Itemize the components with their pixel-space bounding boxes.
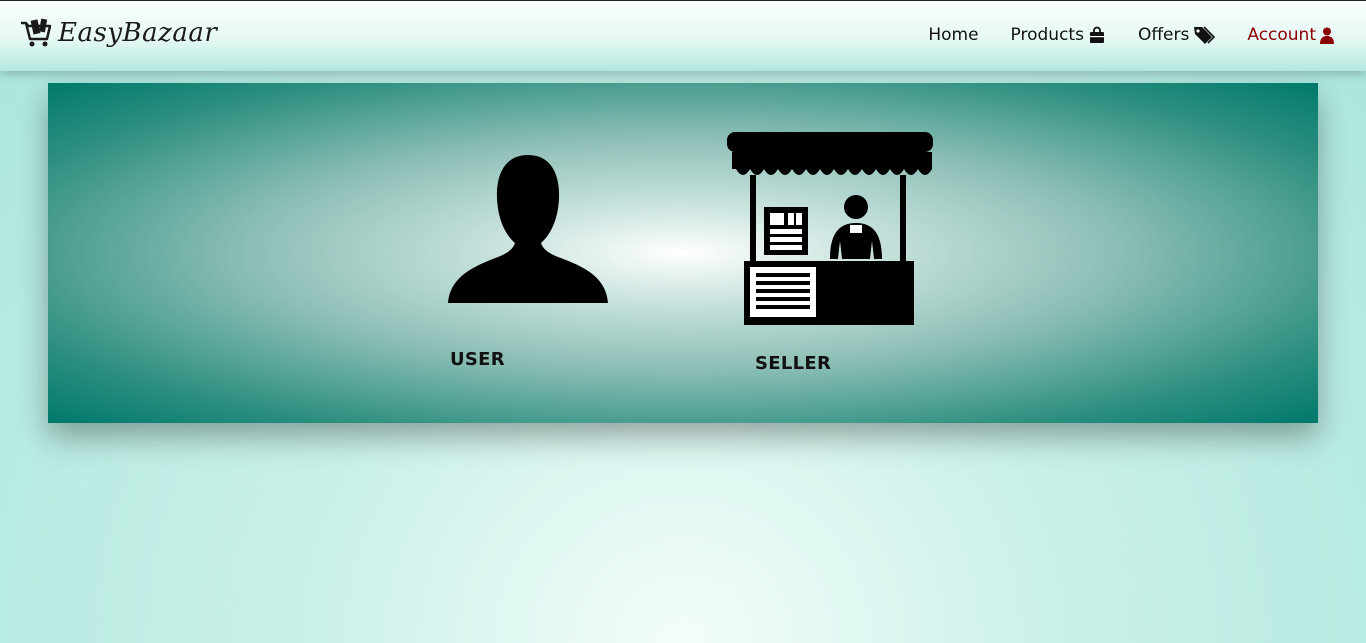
shopping-bag-icon (1088, 26, 1106, 44)
nav-home[interactable]: Home (928, 25, 978, 45)
tag-icon (1193, 25, 1216, 45)
seller-role-label: SELLER (755, 353, 832, 374)
shopping-cart-icon (21, 18, 52, 47)
nav-offers[interactable]: Offers (1137, 25, 1216, 45)
nav-products[interactable]: Products (1011, 25, 1106, 45)
nav-home-label: Home (928, 25, 979, 45)
brand-logo[interactable]: EasyBazaar (20, 15, 217, 51)
market-stall-icon (727, 132, 933, 325)
brand-name: EasyBazaar (58, 18, 218, 48)
nav-offers-label: Offers (1137, 25, 1190, 45)
navbar: EasyBazaar Home Products Offers Account (0, 1, 1366, 71)
nav-products-label: Products (1010, 25, 1084, 45)
nav-account-label: Account (1247, 25, 1316, 45)
main-nav: Home Products Offers Account (896, 25, 1334, 45)
user-role-option[interactable]: USER (446, 153, 616, 373)
role-selection-panel: USER SELLER (48, 83, 1318, 423)
user-role-label: USER (450, 349, 505, 370)
user-silhouette-icon (448, 155, 608, 303)
nav-account[interactable]: Account (1247, 25, 1334, 45)
user-icon (1320, 27, 1334, 44)
seller-role-option[interactable]: SELLER (726, 131, 936, 381)
